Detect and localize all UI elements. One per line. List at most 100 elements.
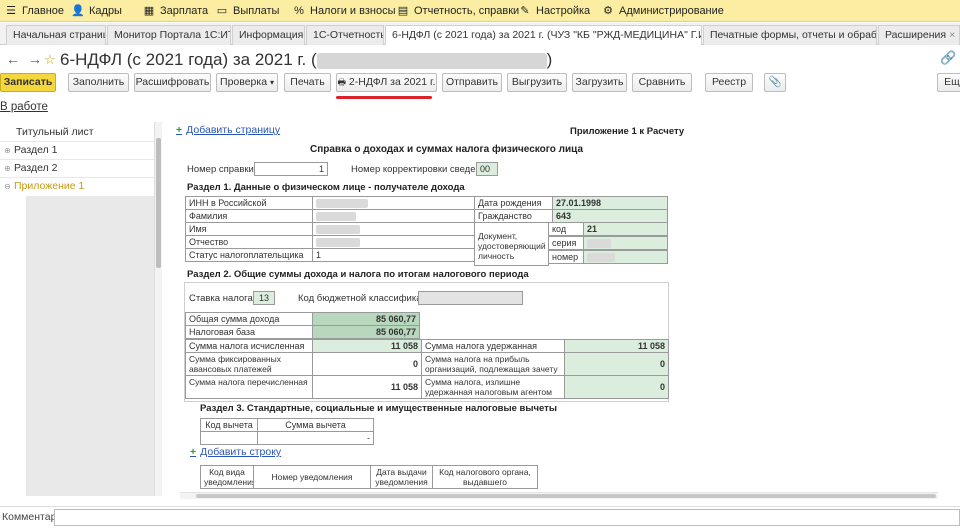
name-field[interactable] [312,222,475,236]
menu-item-settings[interactable]: ✎ Настройка [518,0,590,22]
total-income-label: Общая сумма дохода [185,312,313,326]
star-icon[interactable]: ☆ [44,52,56,68]
send-button[interactable]: Отправить [442,73,502,92]
notice-type-header: Код вида уведомления [200,465,254,489]
kbk-field[interactable] [418,291,523,305]
menu-item-main[interactable]: ☰ Главное [4,0,64,22]
total-income-field[interactable]: 85 060,77 [312,312,420,326]
patronymic-field[interactable] [312,235,475,249]
tax-base-field[interactable]: 85 060,77 [312,325,420,339]
excess-field[interactable]: 0 [564,375,669,399]
close-icon[interactable]: × [949,29,955,41]
print-button[interactable]: Печать [284,73,331,92]
more-button[interactable]: Ещ [937,73,960,92]
birth-field[interactable]: 27.01.1998 [552,196,668,210]
link-icon[interactable]: 🔗 [940,50,956,66]
ndfl2-button[interactable]: 🖶 2-НДФЛ за 2021 г. [336,73,437,92]
report-form: + Добавить страницу Приложение 1 к Расчет… [172,122,942,500]
fixed-adv-field[interactable]: 0 [312,352,422,376]
blurred-employee-list [26,196,154,496]
add-row-link[interactable]: + Добавить строку [190,446,281,458]
printer-icon: 🖶 [337,77,347,87]
user-icon: 👤 [71,5,85,17]
menu-item-admin[interactable]: ⚙ Администрирование [601,0,724,22]
notice-no-header: Номер уведомления [253,465,371,489]
load-button[interactable]: Загрузить [572,73,627,92]
check-button[interactable]: Проверка ▾ [216,73,278,92]
notice-org-header: Код налогового органа, выдавшего уведомл… [432,465,538,489]
doc-number-label: номер [548,250,584,264]
citizenship-label: Гражданство (код страны) [474,209,553,223]
nav-item-section-1[interactable]: ⊕ Раздел 1 [4,141,57,159]
nav-item-appendix-1[interactable]: ⊖ Приложение 1 [4,177,84,195]
corr-field[interactable]: 00 [476,162,498,176]
profit-tax-field[interactable]: 0 [564,352,669,376]
upload-button[interactable]: Выгрузить [507,73,567,92]
nav-item-section-2[interactable]: ⊕ Раздел 2 [4,159,57,177]
patronymic-label: Отчество [185,235,313,249]
inn-field[interactable] [312,196,475,210]
plus-icon: + [190,446,197,458]
corr-label: Номер корректировки сведений [351,164,492,175]
menu-item-payments[interactable]: ▭ Выплаты [215,0,280,22]
tab-bar: Начальная страница Монитор Портала 1С:ИТ… [0,23,960,45]
tax-base-label: Налоговая база [185,325,313,339]
save-button[interactable]: Записать [0,73,56,92]
comment-row: Комментарий: [0,506,960,529]
tab-home[interactable]: Начальная страница [6,25,106,45]
tab-print-forms[interactable]: Печатные формы, отчеты и обработки× [703,25,877,45]
tab-portal-monitor[interactable]: Монитор Портала 1С:ИТС× [107,25,231,45]
expand-icon[interactable]: ⊖ [4,178,14,196]
doc-series-field[interactable] [583,236,668,250]
expand-icon[interactable]: ⊕ [4,160,14,178]
appendix-label: Приложение 1 к Расчету [570,126,685,137]
main-menu: ☰ Главное 👤 Кадры ▦ Зарплата ▭ Выплаты % Нало… [0,0,960,22]
status-link[interactable]: В работе [0,101,48,113]
expand-icon[interactable]: ⊕ [4,142,14,160]
notice-date-header: Дата выдачи уведомления [370,465,433,489]
menu-item-reports[interactable]: ▤ Отчетность, справки [396,0,519,22]
forward-arrow-icon[interactable]: → [28,51,42,67]
cert-no-field[interactable]: 1 [254,162,328,176]
tax-calc-field[interactable]: 11 058 [312,339,422,353]
surname-label: Фамилия [185,209,313,223]
surname-field[interactable] [312,209,475,223]
taxpayer-status-field[interactable]: 1 [312,248,475,262]
tab-1c-reporting[interactable]: 1С-Отчетность× [306,25,384,45]
deduction-code-field[interactable] [200,431,258,445]
registry-button[interactable]: Реестр [705,73,753,92]
doc-number-field[interactable] [583,250,668,264]
citizenship-field[interactable]: 643 [552,209,668,223]
wrench-icon: ✎ [520,5,530,17]
birth-label: Дата рождения [474,196,553,210]
tab-extensions[interactable]: Расширения × [878,25,960,45]
red-underline-annotation [336,96,432,99]
tab-info[interactable]: Информация× [232,25,305,45]
horizontal-scrollbar[interactable] [180,492,938,499]
rate-field[interactable]: 13 [253,291,275,305]
section3-title: Раздел 3. Стандартные, социальные и имущ… [200,403,557,414]
menu-icon: ☰ [6,5,16,17]
taxpayer-status-label: Статус налогоплательщика [185,248,313,262]
doc-code-field[interactable]: 21 [583,222,668,236]
excess-label: Сумма налога, излишне удержанная налогов… [421,375,565,399]
nav-item-title-page[interactable]: Титульный лист [16,123,94,141]
tax-transferred-field[interactable]: 11 058 [312,375,422,399]
compare-button[interactable]: Сравнить [632,73,692,92]
deduction-sum-field[interactable]: - [257,431,374,445]
comment-input[interactable] [54,509,960,526]
tab-6ndfl[interactable]: 6-НДФЛ (с 2021 года) за 2021 г. (ЧУЗ "КБ… [385,25,702,45]
tax-withheld-field[interactable]: 11 058 [564,339,669,353]
decode-button[interactable]: Расшифровать [134,73,211,92]
add-page-link[interactable]: + Добавить страницу [176,124,280,136]
form-heading: Справка о доходах и суммах налога физиче… [310,144,584,155]
back-arrow-icon[interactable]: ← [6,51,20,67]
menu-item-taxes[interactable]: % Налоги и взносы [292,0,395,22]
fill-button[interactable]: Заполнить [68,73,129,92]
menu-item-staff[interactable]: 👤 Кадры [71,0,122,22]
chevron-down-icon: ▾ [269,78,274,87]
doc-series-label: серия [548,236,584,250]
menu-item-salary[interactable]: ▦ Зарплата [142,0,208,22]
attach-button[interactable]: 📎 [764,73,786,92]
scrollbar[interactable] [154,122,162,496]
